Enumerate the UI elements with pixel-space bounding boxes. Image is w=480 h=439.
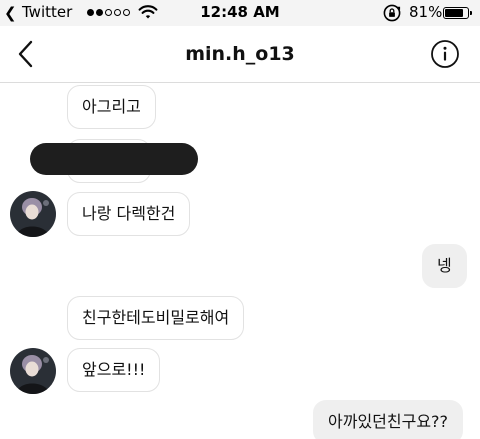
battery-icon xyxy=(443,7,472,19)
sent-message[interactable]: 넹 xyxy=(422,244,467,288)
received-message[interactable]: 아그리고 xyxy=(67,85,156,129)
info-icon[interactable] xyxy=(430,39,460,69)
orientation-lock-icon xyxy=(383,4,401,22)
received-message[interactable]: 친구한테도비밀로해여 xyxy=(67,296,245,340)
conversation-header: min.h_o13 xyxy=(0,26,480,83)
received-message[interactable]: 앞으로!!! xyxy=(67,348,161,392)
redaction-bar xyxy=(30,143,198,175)
received-message[interactable]: 나랑 다렉한건 xyxy=(67,192,191,236)
conversation-title[interactable]: min.h_o13 xyxy=(0,43,480,65)
sent-message[interactable]: 아까있던친구요?? xyxy=(313,400,464,439)
clock: 12:48 AM xyxy=(200,3,280,21)
avatar[interactable] xyxy=(10,348,56,394)
status-bar: ❮ Twitter 12:48 AM 81% xyxy=(0,0,480,26)
battery-percentage: 81% xyxy=(409,3,443,21)
avatar[interactable] xyxy=(10,191,56,237)
